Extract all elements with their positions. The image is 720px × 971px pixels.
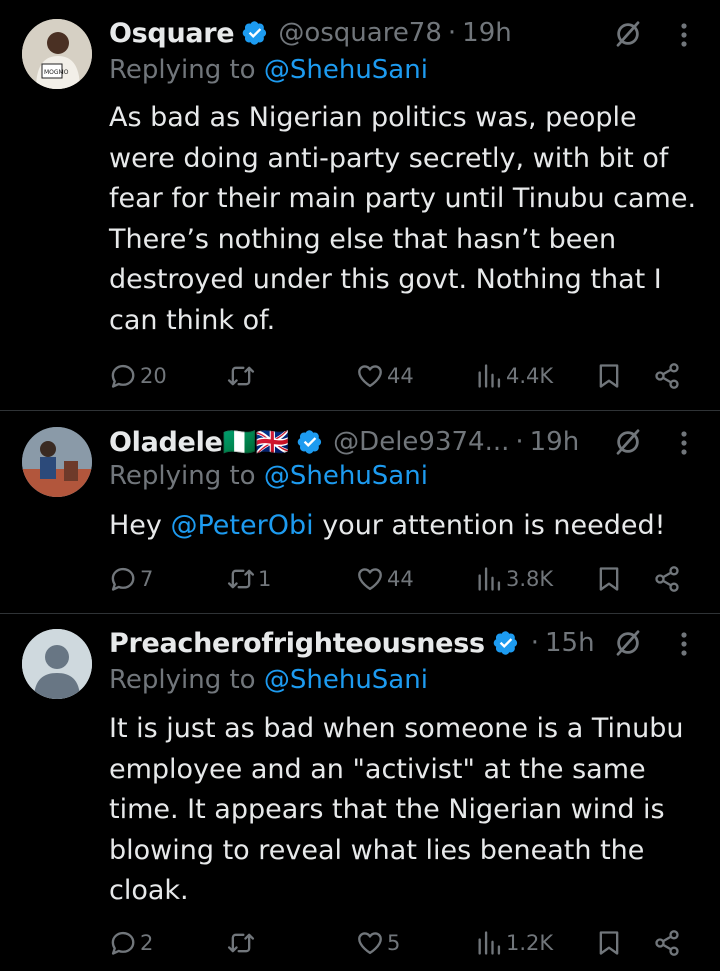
share-button[interactable] [653,359,681,393]
reply-count: 2 [140,931,154,955]
replying-mention-link[interactable]: @ShehuSani [264,665,428,695]
reply-count: 20 [140,364,167,388]
retweet-button[interactable]: 1 [227,562,271,596]
display-name[interactable]: Preacherofrighteousness [109,628,485,659]
like-count: 44 [387,364,414,388]
verified-badge-icon [297,429,323,455]
like-icon [356,929,384,957]
tweet-text: Hey @PeterObi your attention is needed! [109,506,709,547]
views-button[interactable]: 1.2K [475,926,553,960]
more-icon[interactable] [680,22,688,48]
action-bar: 2 5 1.2K [109,926,689,960]
retweet-icon [227,929,255,957]
more-icon[interactable] [680,430,688,456]
timestamp[interactable]: 15h [545,628,595,658]
reply-icon [109,929,137,957]
reply-button[interactable]: 2 [109,926,153,960]
verified-badge-icon [242,20,268,46]
reply-button[interactable]: 20 [109,359,167,393]
replying-mention-link[interactable]: @ShehuSani [264,461,428,491]
timestamp[interactable]: 19h [530,427,580,457]
retweet-icon [227,362,255,390]
tweet-text: As bad as Nigerian politics was, people … [109,102,697,336]
views-count: 3.8K [506,567,554,591]
svg-text:MOGMO: MOGMO [44,69,69,76]
tweet-text-suffix: your attention is needed! [313,510,666,541]
bookmark-button[interactable] [595,359,623,393]
tweet-text: It is just as bad when someone is a Tinu… [109,713,684,906]
reply-tweet[interactable]: Preacherofrighteousness · 15h Replying t… [0,614,720,971]
handle[interactable]: @Dele9374... [333,427,509,457]
replying-label: Replying to [109,665,256,695]
like-button[interactable]: 44 [356,359,414,393]
reply-tweet[interactable]: MOGMO Osquare @osquare78 · 19h Replying … [0,0,720,410]
bookmark-icon [595,929,623,957]
retweet-icon [227,565,255,593]
retweet-button[interactable] [227,359,258,393]
bookmark-button[interactable] [595,562,623,596]
replying-label: Replying to [109,55,256,85]
views-icon [475,362,503,390]
like-icon [356,362,384,390]
action-bar: 20 44 4.4K [109,359,689,393]
like-button[interactable]: 5 [356,926,400,960]
action-bar: 7 1 44 3.8K [109,562,689,596]
reply-count: 7 [140,567,154,591]
share-button[interactable] [653,926,681,960]
avatar-default[interactable] [22,629,92,699]
handle[interactable]: @osquare78 [278,18,442,48]
avatar[interactable] [22,427,92,497]
replying-to: Replying to @ShehuSani [109,665,428,695]
grok-icon[interactable] [613,628,643,658]
reply-icon [109,565,137,593]
replying-label: Replying to [109,461,256,491]
replying-mention-link[interactable]: @ShehuSani [264,55,428,85]
like-button[interactable]: 44 [356,562,414,596]
reply-button[interactable]: 7 [109,562,153,596]
views-count: 4.4K [506,364,554,388]
bookmark-button[interactable] [595,926,623,960]
separator-dot: · [447,18,457,48]
views-count: 1.2K [506,931,554,955]
tweet-text-prefix: Hey [109,510,171,541]
display-name[interactable]: Osquare [109,18,235,49]
reply-icon [109,362,137,390]
views-button[interactable]: 4.4K [475,359,553,393]
replying-to: Replying to @ShehuSani [109,461,428,491]
verified-badge-icon [493,630,519,656]
avatar[interactable]: MOGMO [22,19,92,89]
like-count: 44 [387,567,414,591]
grok-icon[interactable] [613,19,643,49]
views-button[interactable]: 3.8K [475,562,553,596]
reply-tweet[interactable]: Oladele🇳🇬🇬🇧 @Dele9374... · 19h Replying … [0,411,720,613]
more-icon[interactable] [680,631,688,657]
separator-dot: · [515,427,524,457]
separator-dot: · [530,628,540,658]
bookmark-icon [595,565,623,593]
retweet-button[interactable] [227,926,258,960]
share-icon [653,929,681,957]
grok-icon[interactable] [613,427,643,457]
views-icon [475,929,503,957]
views-icon [475,565,503,593]
retweet-count: 1 [258,567,272,591]
display-name[interactable]: Oladele🇳🇬🇬🇧 [109,426,289,458]
bookmark-icon [595,362,623,390]
like-count: 5 [387,931,401,955]
share-icon [653,565,681,593]
like-icon [356,565,384,593]
share-icon [653,362,681,390]
mention-link[interactable]: @PeterObi [170,510,313,541]
timestamp[interactable]: 19h [462,18,512,48]
share-button[interactable] [653,562,681,596]
replying-to: Replying to @ShehuSani [109,55,428,85]
